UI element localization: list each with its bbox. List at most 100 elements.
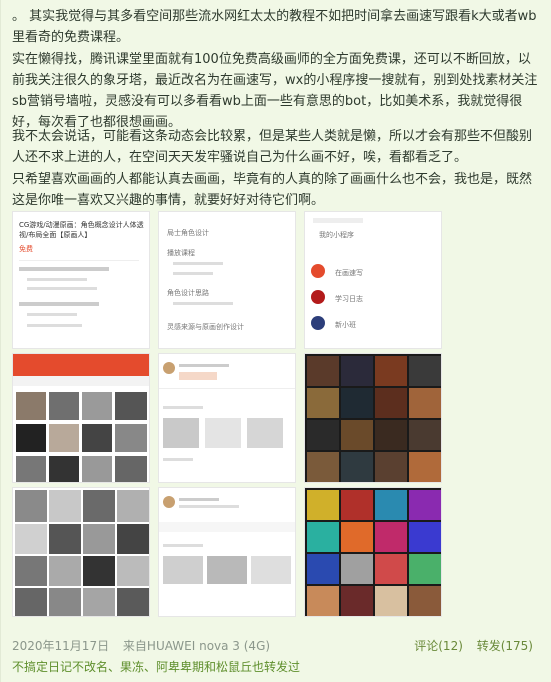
- post-date[interactable]: 2020年11月17日: [12, 639, 109, 653]
- comments-link[interactable]: 评论(12): [414, 639, 463, 653]
- art-photo: [341, 452, 373, 482]
- pose-photo: [82, 424, 112, 452]
- art-photo: [341, 388, 373, 418]
- pose-photo: [82, 392, 112, 420]
- art-photo: [307, 522, 339, 552]
- art-photo: [307, 388, 339, 418]
- thumb-1-title: CG游戏/动漫原画：角色概念设计人体透视/布局全面【原画人】: [19, 221, 144, 239]
- reposts-link[interactable]: 转发(175): [477, 639, 533, 653]
- art-photo: [409, 554, 441, 584]
- image-thumbnail-9[interactable]: [304, 487, 442, 617]
- post-card: 。 其实我觉得与其多看空间那些流水网红太太的教程不如把时间拿去画速写跟看k大或者…: [0, 0, 551, 682]
- image-thumbnail-1[interactable]: CG游戏/动漫原画：角色概念设计人体透视/布局全面【原画人】 免费: [12, 211, 150, 349]
- divider: [159, 388, 295, 389]
- image-thumbnail-3[interactable]: 我的小程序 在画速写 学习日志 新小班: [304, 211, 442, 349]
- pose-photo: [16, 424, 46, 452]
- search-bar: [313, 218, 363, 223]
- image-thumbnail-4[interactable]: [12, 353, 150, 483]
- post-paragraph-4: 只希望喜欢画画的人都能认真去画画，毕竟有的人真的除了画画什么也不会，我也是，既然…: [12, 172, 533, 208]
- post-actions: 评论(12) 转发(175): [404, 637, 533, 654]
- post-meta: 2020年11月17日 来自HUAWEI nova 3 (4G): [12, 637, 280, 654]
- post-photo: [163, 418, 199, 448]
- tab-strip: [13, 376, 149, 386]
- list-line: [19, 302, 99, 306]
- art-photo: [409, 490, 441, 520]
- text-line: [163, 406, 203, 409]
- post-device: 来自HUAWEI nova 3 (4G): [122, 639, 271, 653]
- reposters-list[interactable]: 不搞定日记不改名、果冻、阿卑卑期和松鼠丘也转发过: [12, 658, 300, 675]
- art-photo: [409, 356, 441, 386]
- app-header-bar: [13, 354, 149, 376]
- thumb-2-item: 灵感来源与原画创作设计: [167, 323, 244, 331]
- list-line: [27, 313, 77, 316]
- post-paragraph-2: 实在懒得找，腾讯课堂里面就有100位免费高级画师的全方面免费课，还可以不断回放，…: [12, 52, 538, 130]
- art-photo: [307, 554, 339, 584]
- text-line: [179, 364, 229, 367]
- list-line: [173, 262, 223, 265]
- art-photo: [15, 556, 47, 586]
- list-line: [173, 302, 233, 305]
- text-line: [179, 498, 219, 501]
- text-line: [179, 505, 239, 508]
- avatar: [163, 496, 175, 508]
- app-icon: [311, 264, 325, 278]
- list-line: [27, 278, 87, 281]
- art-photo: [375, 554, 407, 584]
- thumb-3-item: 在画速写: [335, 269, 363, 277]
- art-photo: [49, 524, 81, 554]
- pose-photo: [82, 456, 112, 482]
- art-photo: [341, 586, 373, 616]
- art-photo: [117, 588, 149, 616]
- pose-photo: [49, 424, 79, 452]
- pose-photo: [49, 456, 79, 482]
- pose-photo: [49, 392, 79, 420]
- art-photo: [307, 586, 339, 616]
- art-photo: [83, 524, 115, 554]
- art-photo: [49, 556, 81, 586]
- art-photo: [117, 490, 149, 522]
- art-photo: [341, 522, 373, 552]
- image-grid: CG游戏/动漫原画：角色概念设计人体透视/布局全面【原画人】 免费 局士角色设计…: [12, 211, 442, 617]
- art-photo: [375, 388, 407, 418]
- post-photo: [205, 418, 241, 448]
- thumb-3-item: 学习日志: [335, 295, 363, 303]
- post-photo: [247, 418, 283, 448]
- art-photo: [409, 586, 441, 616]
- list-line: [19, 267, 109, 271]
- tag: [179, 372, 217, 380]
- art-photo: [409, 452, 441, 482]
- list-line: [173, 272, 213, 275]
- art-photo: [375, 420, 407, 450]
- list-line: [27, 287, 97, 290]
- art-photo: [83, 588, 115, 616]
- post-paragraph-3: 我不太会说话，可能看这条动态会比较累，但是某些人类就是懒，所以才会有那些不但酸别…: [12, 129, 533, 165]
- thumb-3-item: 我的小程序: [319, 231, 354, 239]
- image-thumbnail-2[interactable]: 局士角色设计 播放课程 角色设计思路 灵感来源与原画创作设计: [158, 211, 296, 349]
- pose-photo: [115, 392, 147, 420]
- art-photo: [375, 452, 407, 482]
- app-icon: [311, 316, 325, 330]
- art-photo: [307, 490, 339, 520]
- image-thumbnail-5[interactable]: [158, 353, 296, 483]
- art-photo: [409, 388, 441, 418]
- pose-photo: [115, 424, 147, 452]
- art-photo: [409, 420, 441, 450]
- art-photo: [307, 356, 339, 386]
- image-thumbnail-6[interactable]: [304, 353, 442, 483]
- art-photo: [307, 452, 339, 482]
- art-photo: [49, 490, 81, 522]
- art-photo: [15, 588, 47, 616]
- art-photo: [117, 524, 149, 554]
- thumb-1-price: 免费: [19, 245, 33, 253]
- art-photo: [375, 586, 407, 616]
- art-photo: [307, 420, 339, 450]
- post-photo: [251, 556, 291, 584]
- image-thumbnail-7[interactable]: [12, 487, 150, 617]
- image-thumbnail-8[interactable]: [158, 487, 296, 617]
- list-line: [27, 324, 82, 327]
- post-photo: [207, 556, 247, 584]
- art-photo: [341, 554, 373, 584]
- thumb-3-item: 新小班: [335, 321, 356, 329]
- thumb-2-item: 角色设计思路: [167, 289, 209, 297]
- art-photo: [49, 588, 81, 616]
